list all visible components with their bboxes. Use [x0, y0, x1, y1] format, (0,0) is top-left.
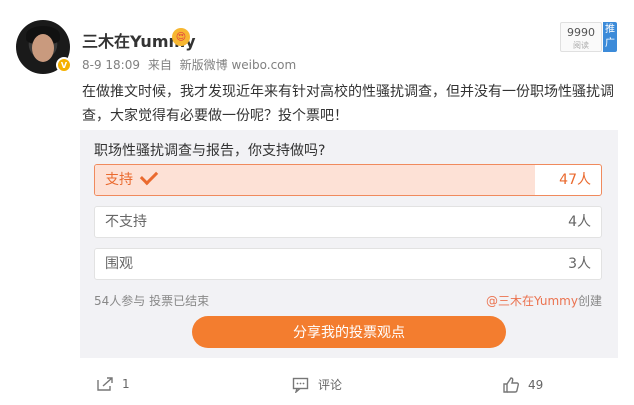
forward-icon: [97, 377, 113, 391]
post-text: 在做推文时候，我才发现近年来有针对高校的性骚扰调查，但并没有一份职场性骚扰调查，…: [82, 84, 614, 124]
poll-option-count: 4人: [568, 214, 591, 230]
promote-button[interactable]: 推广: [603, 22, 617, 52]
poll-option-count: 47人: [559, 172, 591, 188]
poll-creator-link[interactable]: @三木在Yummy: [486, 294, 578, 308]
poll-stats: 54人参与 投票已结束: [94, 294, 210, 308]
poll-option-count: 3人: [568, 256, 591, 272]
poll-option-label: 不支持: [105, 214, 147, 230]
poll-option-label: 围观: [105, 256, 133, 272]
action-bar: 1 评论 49: [0, 372, 634, 400]
comment-label: 评论: [318, 378, 343, 392]
forward-count: 1: [122, 377, 130, 391]
promo-view-counter: 9990 阅读: [560, 22, 602, 52]
avatar-face: [32, 34, 54, 62]
poll-option-not-support[interactable]: 不支持 4人: [94, 206, 602, 238]
like-button[interactable]: 49: [502, 376, 543, 394]
poll-option-fill: [95, 165, 536, 195]
post-meta: 8-9 18:09 来自 新版微博 weibo.com: [82, 56, 300, 73]
poll-option-label: 支持: [105, 165, 159, 195]
poll-option-watch[interactable]: 围观 3人: [94, 248, 602, 280]
like-count: 49: [528, 378, 544, 392]
poll-card: 职场性骚扰调查与报告，你支持做吗? 支持 47人 不支持 4人 围观 3人 54…: [80, 130, 618, 358]
poll-creator-suffix: 创建: [577, 294, 602, 308]
view-count-label: 阅读: [573, 41, 589, 50]
post-time[interactable]: 8-9 18:09: [82, 58, 140, 72]
poll-creator: @三木在Yummy创建: [486, 292, 602, 309]
comment-icon: [292, 377, 309, 393]
view-count: 9990: [567, 26, 595, 39]
thumbs-up-icon: [503, 377, 519, 393]
share-vote-button[interactable]: 分享我的投票观点: [192, 316, 506, 348]
verified-badge-icon: V: [56, 57, 72, 73]
check-icon: [139, 166, 159, 186]
poll-option-support[interactable]: 支持 47人: [94, 164, 602, 196]
forward-button[interactable]: 1: [96, 376, 130, 392]
post-source[interactable]: 新版微博 weibo.com: [180, 58, 297, 72]
heart-eyes-emoji-icon: 😍: [172, 28, 190, 46]
poll-question: 职场性骚扰调查与报告，你支持做吗?: [94, 143, 326, 159]
via-label: 来自: [147, 58, 172, 72]
comment-button[interactable]: 评论: [292, 376, 342, 393]
